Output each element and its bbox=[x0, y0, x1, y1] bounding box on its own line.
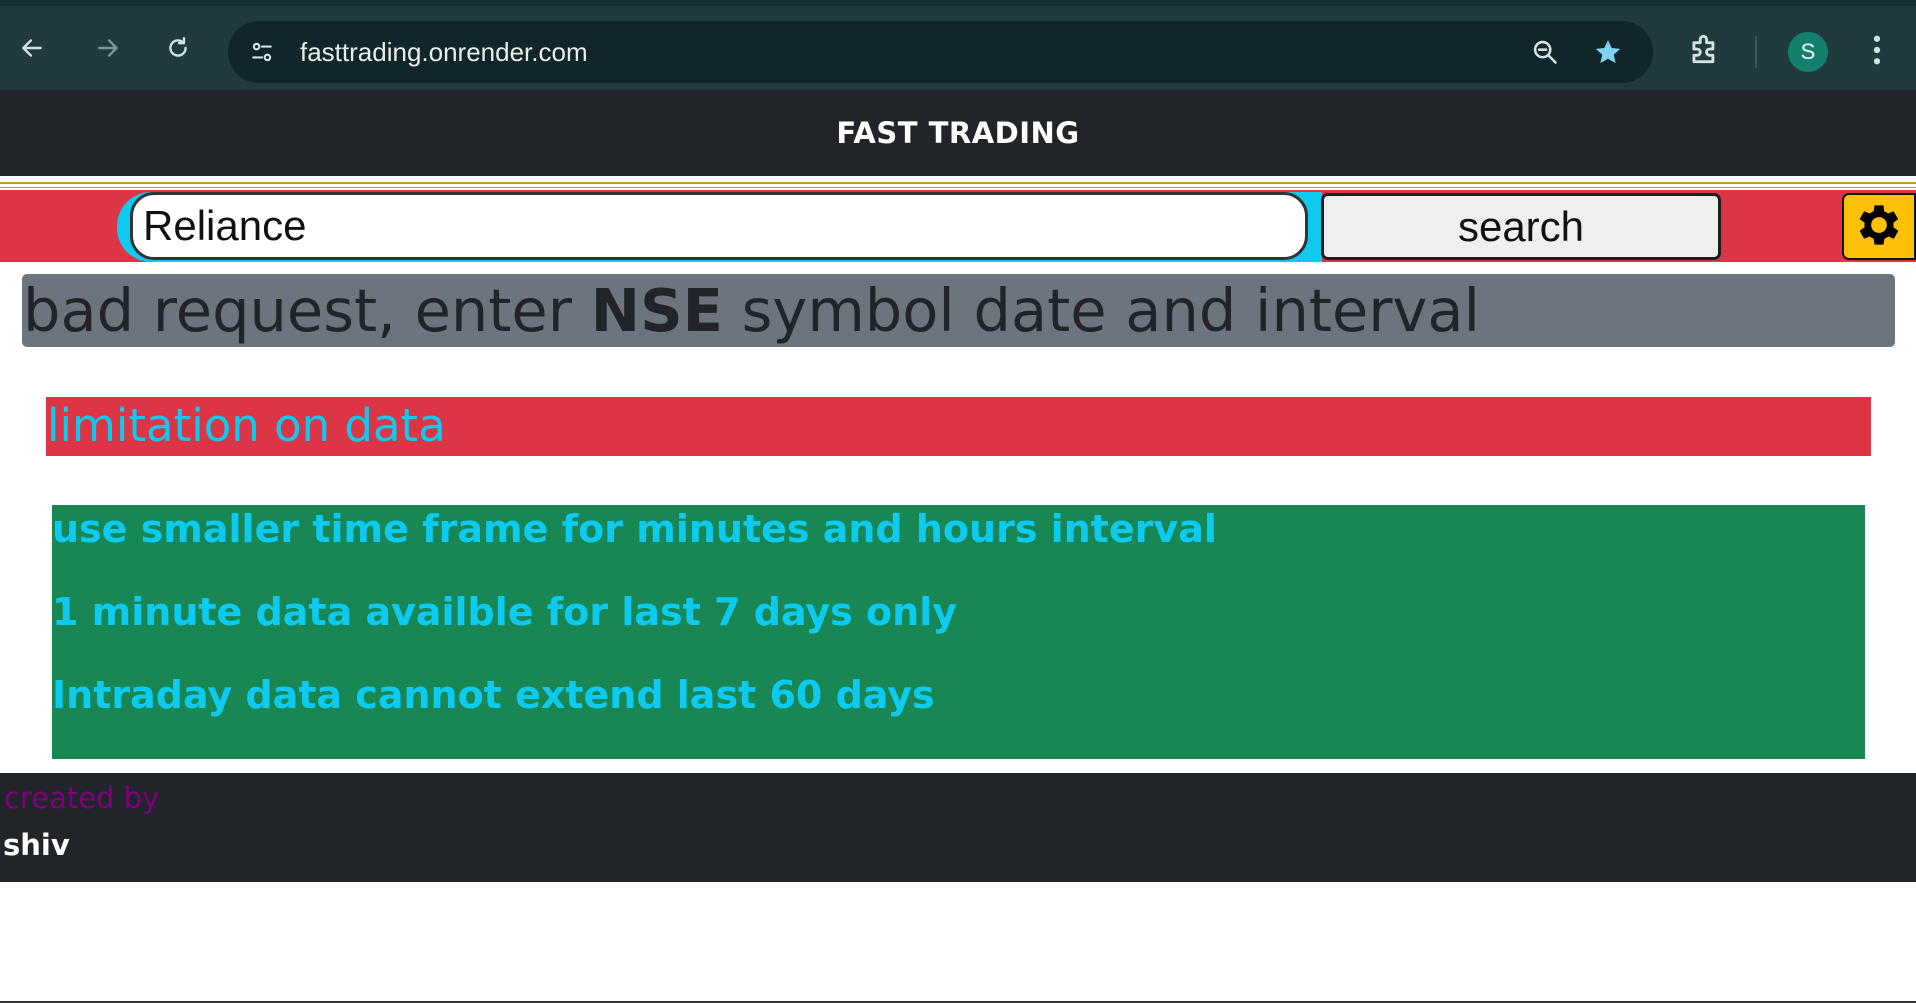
reload-icon[interactable] bbox=[158, 28, 198, 68]
settings-button[interactable] bbox=[1842, 193, 1916, 260]
extensions-icon[interactable] bbox=[1686, 30, 1724, 72]
site-settings-icon[interactable] bbox=[242, 32, 282, 72]
zoom-icon[interactable] bbox=[1527, 34, 1563, 70]
search-input[interactable] bbox=[130, 192, 1308, 260]
browser-toolbar: fasttrading.onrender.com S bbox=[0, 0, 1916, 90]
forward-arrow-icon[interactable] bbox=[88, 28, 128, 68]
brand-title: FAST TRADING bbox=[836, 116, 1080, 150]
error-alert: bad request, enter NSE symbol date and i… bbox=[22, 274, 1895, 347]
search-bar: search bbox=[0, 190, 1916, 262]
limitation-heading: limitation on data bbox=[46, 397, 1871, 456]
menu-icon[interactable] bbox=[1862, 30, 1892, 74]
avatar[interactable]: S bbox=[1788, 32, 1828, 72]
divider-line bbox=[0, 187, 1916, 188]
star-icon[interactable] bbox=[1590, 34, 1626, 70]
alert-text-end: symbol date and interval bbox=[722, 276, 1480, 345]
footer: created by shiv bbox=[0, 773, 1916, 882]
toolbar-divider bbox=[1755, 36, 1757, 68]
url-text[interactable]: fasttrading.onrender.com bbox=[300, 37, 588, 68]
navbar: FAST TRADING bbox=[0, 90, 1916, 176]
author-name: shiv bbox=[3, 828, 70, 862]
search-button[interactable]: search bbox=[1321, 193, 1721, 260]
limitation-item: use smaller time frame for minutes and h… bbox=[52, 507, 1217, 551]
created-by-label: created by bbox=[4, 781, 160, 815]
alert-text-bold: NSE bbox=[590, 276, 723, 345]
limitation-item: 1 minute data availble for last 7 days o… bbox=[52, 590, 957, 634]
divider-line bbox=[0, 182, 1916, 184]
gear-icon bbox=[1852, 198, 1906, 256]
address-bar[interactable]: fasttrading.onrender.com bbox=[228, 21, 1653, 83]
alert-text-start: bad request, enter bbox=[23, 276, 591, 345]
back-arrow-icon[interactable] bbox=[12, 28, 52, 68]
limitation-item: Intraday data cannot extend last 60 days bbox=[52, 673, 935, 717]
page: FAST TRADING search bad request, enter N… bbox=[0, 90, 1916, 1003]
limitation-list: use smaller time frame for minutes and h… bbox=[52, 505, 1865, 759]
